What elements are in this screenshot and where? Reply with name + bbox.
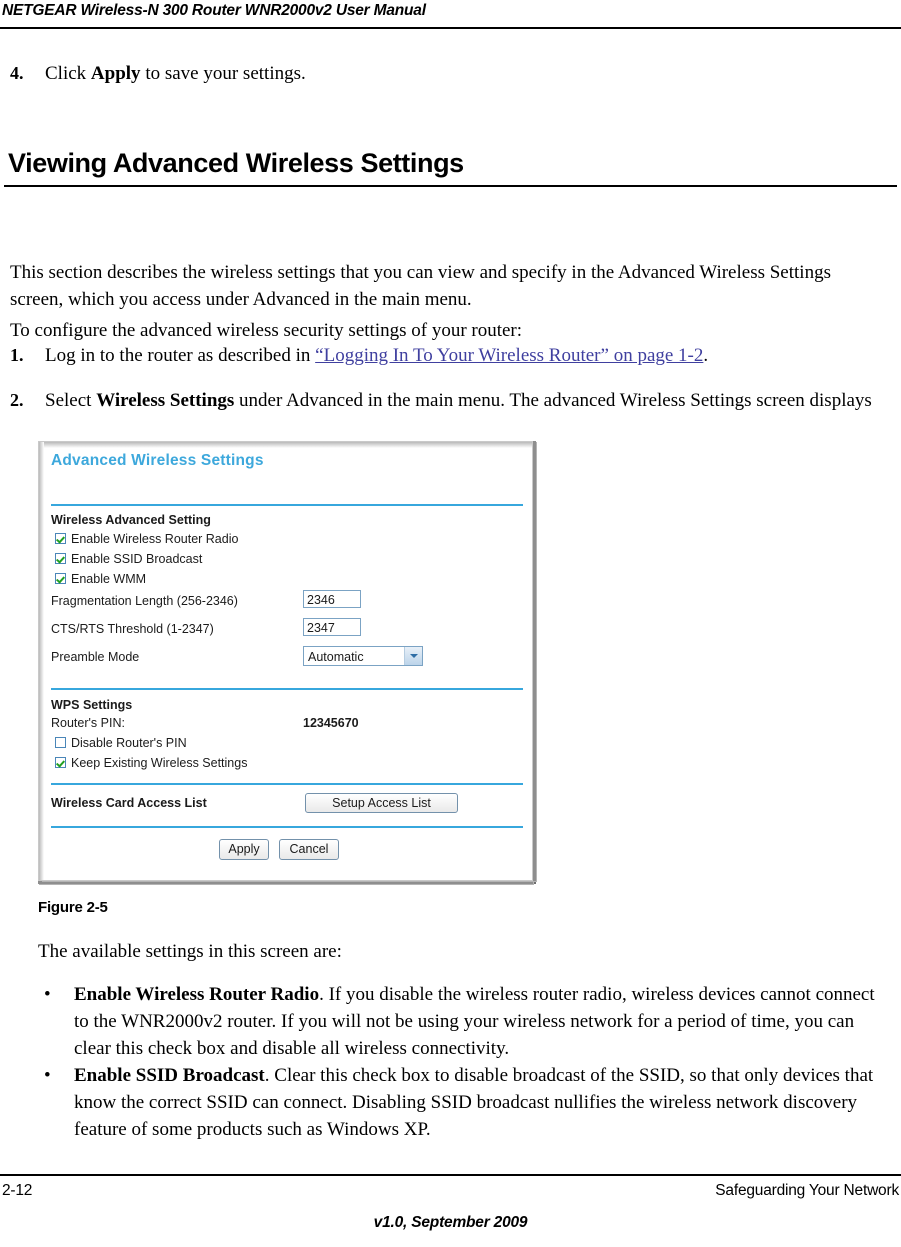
step-2: 2. Select Wireless Settings under Advanc… [0, 387, 890, 414]
checkbox-enable-ssid-broadcast-icon[interactable] [55, 553, 66, 564]
preamble-mode-select[interactable]: Automatic [303, 646, 423, 666]
router-pin-value: 12345670 [303, 716, 359, 730]
document-version: v1.0, September 2009 [373, 1214, 528, 1231]
field-label-fragmentation-length: Fragmentation Length (256-2346) [51, 594, 238, 608]
cancel-button[interactable]: Cancel [279, 839, 339, 860]
group-label-wps-settings: WPS Settings [51, 698, 133, 712]
panel-divider-3 [51, 783, 523, 785]
wireless-settings-emphasis: Wireless Settings [96, 390, 235, 411]
checkbox-label-enable-wireless-router-radio: Enable Wireless Router Radio [71, 532, 239, 546]
apply-emphasis: Apply [90, 63, 141, 84]
step-1: 1. Log in to the router as described in … [0, 342, 901, 369]
bullet-marker-icon: • [44, 1065, 51, 1086]
cts-rts-threshold-input[interactable]: 2347 [303, 618, 361, 636]
figure-left-shading [39, 442, 44, 880]
figure-caption: Figure 2-5 [38, 899, 108, 916]
preamble-mode-selected-value: Automatic [308, 650, 364, 664]
list-item: • Enable SSID Broadcast. Clear this chec… [38, 1062, 876, 1143]
chevron-down-icon[interactable] [404, 647, 422, 665]
intro-paragraph: This section describes the wireless sett… [10, 262, 831, 310]
step-2-number: 2. [10, 390, 24, 410]
panel-divider-2 [51, 688, 523, 690]
checkbox-label-disable-routers-pin: Disable Router's PIN [71, 736, 187, 750]
available-settings-lead: The available settings in this screen ar… [38, 941, 342, 962]
figure-router-screenshot: Advanced Wireless Settings Wireless Adva… [38, 441, 533, 881]
checkbox-label-enable-ssid-broadcast: Enable SSID Broadcast [71, 552, 203, 566]
page-number: 2-12 [2, 1182, 33, 1199]
bullet-term-enable-wireless-router-radio: Enable Wireless Router Radio [74, 984, 320, 1005]
step-2-text: Select Wireless Settings under Advanced … [45, 390, 872, 411]
section-heading-block: Viewing Advanced Wireless Settings [0, 148, 901, 187]
field-label-cts-rts-threshold: CTS/RTS Threshold (1-2347) [51, 622, 214, 636]
header-divider [0, 27, 901, 29]
checkbox-disable-routers-pin-icon[interactable] [55, 737, 66, 748]
configure-paragraph: To configure the advanced wireless secur… [10, 320, 523, 341]
panel-divider-4 [51, 826, 523, 828]
list-item: • Enable Wireless Router Radio. If you d… [38, 981, 876, 1062]
bullet-marker-icon: • [44, 984, 51, 1005]
router-pin-label: Router's PIN: [51, 716, 125, 730]
step-1-text: Log in to the router as described in “Lo… [45, 345, 709, 366]
field-label-preamble-mode: Preamble Mode [51, 650, 140, 664]
step-4: 4. Click Apply to save your settings. [0, 60, 901, 87]
page-title: Viewing Advanced Wireless Settings [8, 148, 464, 178]
fragmentation-length-input[interactable]: 2346 [303, 590, 361, 608]
checkbox-label-keep-existing-wireless-settings: Keep Existing Wireless Settings [71, 756, 248, 770]
router-panel: Advanced Wireless Settings Wireless Adva… [45, 448, 528, 876]
checkbox-row-keep-existing-wireless-settings[interactable]: Keep Existing Wireless Settings [55, 756, 247, 770]
group-label-wireless-card-access-list: Wireless Card Access List [51, 796, 207, 810]
checkbox-enable-wireless-router-radio-icon[interactable] [55, 533, 66, 544]
bullet-term-enable-ssid-broadcast: Enable SSID Broadcast [74, 1065, 265, 1086]
step-4-number: 4. [10, 63, 24, 83]
checkbox-enable-wmm-icon[interactable] [55, 573, 66, 584]
checkbox-keep-existing-wireless-settings-icon[interactable] [55, 757, 66, 768]
cross-reference-link[interactable]: “Logging In To Your Wireless Router” on … [315, 345, 703, 366]
checkbox-label-enable-wmm: Enable WMM [71, 572, 147, 586]
group-label-wireless-advanced: Wireless Advanced Setting [51, 513, 211, 527]
footer-divider [0, 1174, 901, 1176]
step-4-text: Click Apply to save your settings. [45, 63, 306, 84]
checkbox-row-disable-routers-pin[interactable]: Disable Router's PIN [55, 736, 187, 750]
manual-title: NETGEAR Wireless-N 300 Router WNR2000v2 … [2, 2, 426, 19]
apply-button[interactable]: Apply [219, 839, 269, 860]
page-header: NETGEAR Wireless-N 300 Router WNR2000v2 … [0, 0, 901, 30]
checkbox-row-enable-wireless-router-radio[interactable]: Enable Wireless Router Radio [55, 532, 238, 546]
checkbox-row-enable-ssid-broadcast[interactable]: Enable SSID Broadcast [55, 552, 202, 566]
panel-divider-1 [51, 504, 523, 506]
section-divider [4, 185, 897, 187]
page-footer: 2-12 Safeguarding Your Network [0, 1182, 901, 1206]
footer-section-name: Safeguarding Your Network [715, 1182, 899, 1199]
checkbox-row-enable-wmm[interactable]: Enable WMM [55, 572, 146, 586]
step-1-number: 1. [10, 345, 24, 365]
router-panel-title: Advanced Wireless Settings [51, 452, 264, 469]
setup-access-list-button[interactable]: Setup Access List [305, 793, 458, 813]
